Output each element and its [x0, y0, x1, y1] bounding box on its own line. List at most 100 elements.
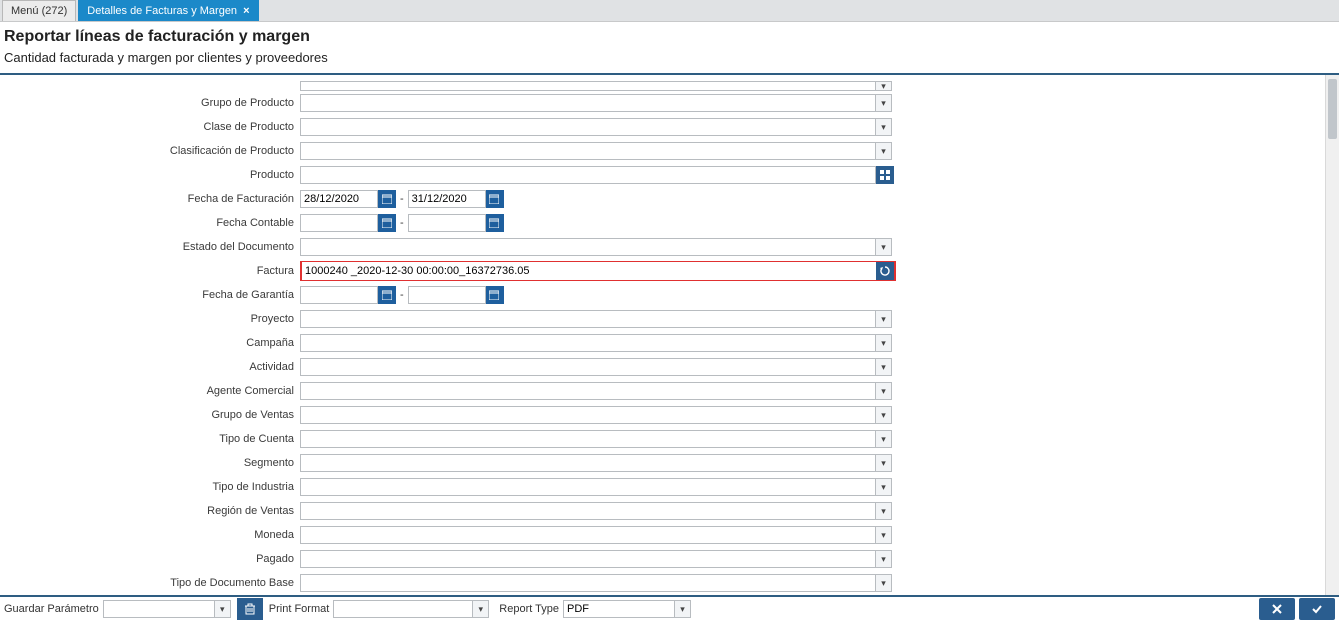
dropdown-actividad[interactable]: ▾	[876, 358, 892, 376]
form-area: ▾ Grupo de Producto ▾ Clase de Producto …	[0, 75, 1339, 595]
close-icon[interactable]: ×	[243, 5, 249, 17]
input-producto[interactable]	[300, 166, 876, 184]
form-row-clasificacion-producto: Clasificación de Producto ▾	[0, 139, 1325, 163]
form-row-fecha-garantia: Fecha de Garantía -	[0, 283, 1325, 307]
dropdown-pagado[interactable]: ▾	[876, 550, 892, 568]
tab-bar: Menú (272) Detalles de Facturas y Margen…	[0, 0, 1339, 22]
label-campana: Campaña	[0, 337, 300, 349]
form-row-clase-producto: Clase de Producto ▾	[0, 115, 1325, 139]
form-row-campana: Campaña ▾	[0, 331, 1325, 355]
dropdown-campana[interactable]: ▾	[876, 334, 892, 352]
input-estado-documento[interactable]	[300, 238, 876, 256]
vertical-scrollbar[interactable]	[1325, 75, 1339, 595]
form-row-segmento: Segmento ▾	[0, 451, 1325, 475]
page-subtitle: Cantidad facturada y margen por clientes…	[0, 48, 1339, 75]
label-segmento: Segmento	[0, 457, 300, 469]
input-tipo-doc-base[interactable]	[300, 574, 876, 592]
reset-icon	[880, 266, 890, 276]
input-region-ventas[interactable]	[300, 502, 876, 520]
label-report-type: Report Type	[499, 603, 559, 615]
form-row-estado-documento: Estado del Documento ▾	[0, 235, 1325, 259]
dropdown-region-ventas[interactable]: ▾	[876, 502, 892, 520]
dropdown-cutoff[interactable]: ▾	[876, 81, 892, 91]
tab-detalles-facturas[interactable]: Detalles de Facturas y Margen ×	[78, 0, 258, 21]
label-fecha-contable: Fecha Contable	[0, 217, 300, 229]
form-row-actividad: Actividad ▾	[0, 355, 1325, 379]
calendar-fecha-garantia-to[interactable]	[486, 286, 504, 304]
dropdown-guardar-parametro[interactable]: ▾	[215, 600, 231, 618]
tab-active-label: Detalles de Facturas y Margen	[87, 5, 237, 17]
input-clasificacion-producto[interactable]	[300, 142, 876, 160]
dropdown-clasificacion-producto[interactable]: ▾	[876, 142, 892, 160]
form-row-region-ventas: Región de Ventas ▾	[0, 499, 1325, 523]
dropdown-estado-documento[interactable]: ▾	[876, 238, 892, 256]
label-tipo-doc-base: Tipo de Documento Base	[0, 577, 300, 589]
label-print-format: Print Format	[269, 603, 330, 615]
input-tipo-cuenta[interactable]	[300, 430, 876, 448]
dropdown-moneda[interactable]: ▾	[876, 526, 892, 544]
check-icon	[1310, 602, 1324, 616]
delete-button[interactable]	[237, 598, 263, 620]
calendar-fecha-garantia-from[interactable]	[378, 286, 396, 304]
input-factura[interactable]	[302, 262, 876, 280]
label-pagado: Pagado	[0, 553, 300, 565]
input-campana[interactable]	[300, 334, 876, 352]
lookup-producto[interactable]	[876, 166, 894, 184]
dropdown-tipo-industria[interactable]: ▾	[876, 478, 892, 496]
dropdown-agente-comercial[interactable]: ▾	[876, 382, 892, 400]
scrollbar-thumb[interactable]	[1328, 79, 1337, 139]
input-grupo-ventas[interactable]	[300, 406, 876, 424]
form-row-tipo-doc-base: Tipo de Documento Base ▾	[0, 571, 1325, 595]
input-moneda[interactable]	[300, 526, 876, 544]
label-agente-comercial: Agente Comercial	[0, 385, 300, 397]
input-fecha-contable-to[interactable]	[408, 214, 486, 232]
calendar-icon	[489, 218, 499, 228]
calendar-fecha-facturacion-to[interactable]	[486, 190, 504, 208]
input-fecha-facturacion-from[interactable]	[300, 190, 378, 208]
form-row-tipo-cuenta: Tipo de Cuenta ▾	[0, 427, 1325, 451]
input-clase-producto[interactable]	[300, 118, 876, 136]
input-guardar-parametro[interactable]	[103, 600, 215, 618]
label-proyecto: Proyecto	[0, 313, 300, 325]
confirm-button[interactable]	[1299, 598, 1335, 620]
input-fecha-garantia-from[interactable]	[300, 286, 378, 304]
input-fecha-contable-from[interactable]	[300, 214, 378, 232]
calendar-fecha-contable-to[interactable]	[486, 214, 504, 232]
x-icon	[1270, 602, 1284, 616]
label-estado-documento: Estado del Documento	[0, 241, 300, 253]
cancel-button[interactable]	[1259, 598, 1295, 620]
dropdown-clase-producto[interactable]: ▾	[876, 118, 892, 136]
input-agente-comercial[interactable]	[300, 382, 876, 400]
dropdown-tipo-cuenta[interactable]: ▾	[876, 430, 892, 448]
input-pagado[interactable]	[300, 550, 876, 568]
dropdown-report-type[interactable]: ▾	[675, 600, 691, 618]
calendar-fecha-facturacion-from[interactable]	[378, 190, 396, 208]
label-producto: Producto	[0, 169, 300, 181]
input-tipo-industria[interactable]	[300, 478, 876, 496]
input-fecha-facturacion-to[interactable]	[408, 190, 486, 208]
dropdown-segmento[interactable]: ▾	[876, 454, 892, 472]
label-actividad: Actividad	[0, 361, 300, 373]
calendar-icon	[382, 218, 392, 228]
input-fecha-garantia-to[interactable]	[408, 286, 486, 304]
input-cutoff[interactable]	[300, 81, 876, 91]
form-row-grupo-producto: Grupo de Producto ▾	[0, 91, 1325, 115]
form-scroll: ▾ Grupo de Producto ▾ Clase de Producto …	[0, 75, 1325, 595]
input-actividad[interactable]	[300, 358, 876, 376]
dropdown-proyecto[interactable]: ▾	[876, 310, 892, 328]
calendar-fecha-contable-from[interactable]	[378, 214, 396, 232]
form-row-agente-comercial: Agente Comercial ▾	[0, 379, 1325, 403]
input-proyecto[interactable]	[300, 310, 876, 328]
reset-factura[interactable]	[876, 262, 894, 280]
dropdown-grupo-producto[interactable]: ▾	[876, 94, 892, 112]
input-print-format[interactable]	[333, 600, 473, 618]
dropdown-tipo-doc-base[interactable]: ▾	[876, 574, 892, 592]
input-grupo-producto[interactable]	[300, 94, 876, 112]
tab-menu[interactable]: Menú (272)	[2, 0, 76, 21]
form-row-proyecto: Proyecto ▾	[0, 307, 1325, 331]
input-report-type[interactable]	[563, 600, 675, 618]
bottom-bar: Guardar Parámetro ▾ Print Format ▾ Repor…	[0, 595, 1339, 621]
input-segmento[interactable]	[300, 454, 876, 472]
dropdown-print-format[interactable]: ▾	[473, 600, 489, 618]
dropdown-grupo-ventas[interactable]: ▾	[876, 406, 892, 424]
